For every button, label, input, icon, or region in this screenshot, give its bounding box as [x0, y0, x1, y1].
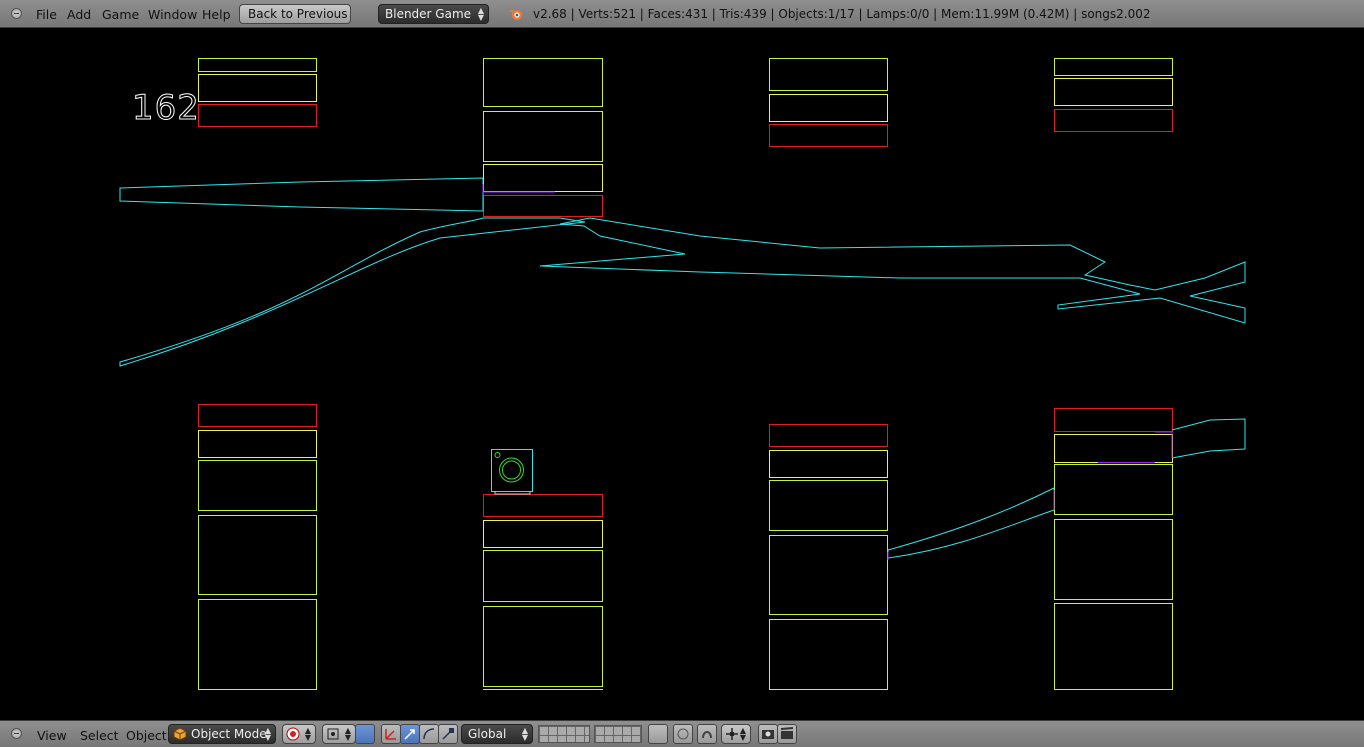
transform-orientation-select[interactable]: Global ▲ ▼ [461, 724, 533, 744]
block-outline [483, 550, 603, 602]
branch-outline [119, 177, 484, 212]
block-outline [1054, 109, 1173, 132]
dropdown-arrows-icon: ▲ ▼ [264, 726, 271, 742]
pivot-icon [327, 728, 339, 740]
block-outline [483, 111, 603, 162]
info-header: File Add Game Window Help Back to Previo… [0, 0, 1364, 28]
orientation-label: Global [468, 727, 507, 741]
menu-select[interactable]: Select [80, 728, 119, 743]
block-outline [483, 606, 603, 687]
viewport-header: View Select Object Object Mode ▲ ▼ ▲ ▼ ▲ ▼ [0, 720, 1364, 747]
block-outline [198, 599, 317, 690]
block-outline [769, 450, 888, 478]
menu-view[interactable]: View [37, 728, 67, 743]
3d-viewport[interactable]: 162 [0, 28, 1364, 720]
menu-game[interactable]: Game [102, 7, 139, 22]
block-outline [1054, 519, 1173, 600]
manipulator-toggle-icon[interactable] [381, 724, 401, 744]
render-engine-select[interactable]: Blender Game ▲ ▼ [378, 4, 489, 24]
block-outline [198, 515, 317, 595]
branch-outline [119, 217, 586, 367]
edge-highlight [887, 490, 1055, 560]
snap-increment-icon [726, 728, 738, 740]
block-outline [769, 480, 888, 531]
scene-layers-grid-2[interactable] [594, 725, 642, 743]
menu-add[interactable]: Add [67, 7, 91, 22]
block-outline [483, 164, 603, 192]
shading-sphere-icon [286, 727, 300, 741]
scene-statistics: v2.68 | Verts:521 | Faces:431 | Tris:439… [533, 7, 1151, 21]
snap-toggle-icon[interactable] [697, 724, 717, 744]
menu-help[interactable]: Help [202, 7, 231, 22]
block-outline [769, 94, 888, 122]
block-outline [1054, 434, 1173, 463]
translate-manipulator-icon[interactable] [400, 724, 420, 744]
proportional-editing-icon[interactable] [673, 724, 693, 744]
branch-outline [1171, 418, 1246, 459]
block-outline [483, 494, 603, 517]
block-outline [198, 58, 317, 72]
block-outline [483, 195, 603, 217]
viewport-shading-select[interactable]: ▲ ▼ [282, 724, 316, 744]
menu-file[interactable]: File [36, 7, 57, 22]
block-outline [1054, 464, 1173, 515]
opengl-render-animation-icon[interactable] [777, 724, 797, 744]
block-outline [769, 619, 888, 690]
block-outline [1054, 78, 1173, 106]
block-outline [198, 404, 317, 427]
block-outline [198, 104, 317, 127]
edge-highlight [482, 184, 555, 193]
branch-outline [539, 217, 1246, 324]
dropdown-arrows-icon: ▲ ▼ [739, 726, 746, 742]
block-outline [483, 520, 603, 548]
render-engine-label: Blender Game [385, 7, 472, 21]
block-outline [769, 535, 888, 615]
dropdown-arrows-icon: ▲ ▼ [304, 726, 311, 742]
blender-logo-icon [509, 9, 522, 20]
editor-type-icon[interactable] [11, 728, 22, 739]
menu-object[interactable]: Object [126, 728, 167, 743]
block-outline [769, 124, 888, 147]
scale-manipulator-icon[interactable] [438, 724, 458, 744]
rotate-manipulator-icon[interactable] [419, 724, 439, 744]
dropdown-arrows-icon: ▲ ▼ [521, 726, 528, 742]
dropdown-arrows-icon: ▲ ▼ [344, 726, 351, 742]
lock-layers-icon[interactable] [648, 724, 668, 744]
block-outline [769, 424, 888, 447]
mode-select[interactable]: Object Mode ▲ ▼ [168, 724, 276, 744]
block-outline [198, 430, 317, 458]
block-outline [198, 74, 317, 102]
camera-object-icon [491, 449, 533, 495]
mode-label: Object Mode [191, 727, 267, 741]
block-outline [1054, 58, 1173, 76]
back-to-previous-label: Back to Previous [248, 7, 348, 21]
dropdown-arrows-icon: ▲ ▼ [477, 6, 484, 22]
block-outline [1054, 603, 1173, 690]
block-outline [769, 58, 888, 91]
back-to-previous-button[interactable]: Back to Previous [239, 4, 351, 24]
editor-type-icon[interactable] [11, 8, 22, 19]
frame-counter-text: 162 [132, 88, 200, 129]
block-outline [198, 460, 317, 511]
snap-element-select[interactable]: ▲ ▼ [721, 724, 751, 744]
edge-highlight [1098, 431, 1173, 463]
block-outline [1054, 408, 1173, 432]
branch-outline [887, 487, 1055, 559]
menu-window[interactable]: Window [148, 7, 197, 22]
pivot-point-select[interactable]: ▲ ▼ [322, 724, 356, 744]
cube-icon [173, 727, 187, 741]
block-outline [483, 58, 603, 107]
pivot-manipulation-toggle[interactable] [355, 724, 375, 744]
scene-layers-grid-1[interactable] [538, 725, 590, 743]
opengl-render-icon[interactable] [758, 724, 778, 744]
scene-wireframe [119, 58, 1246, 690]
